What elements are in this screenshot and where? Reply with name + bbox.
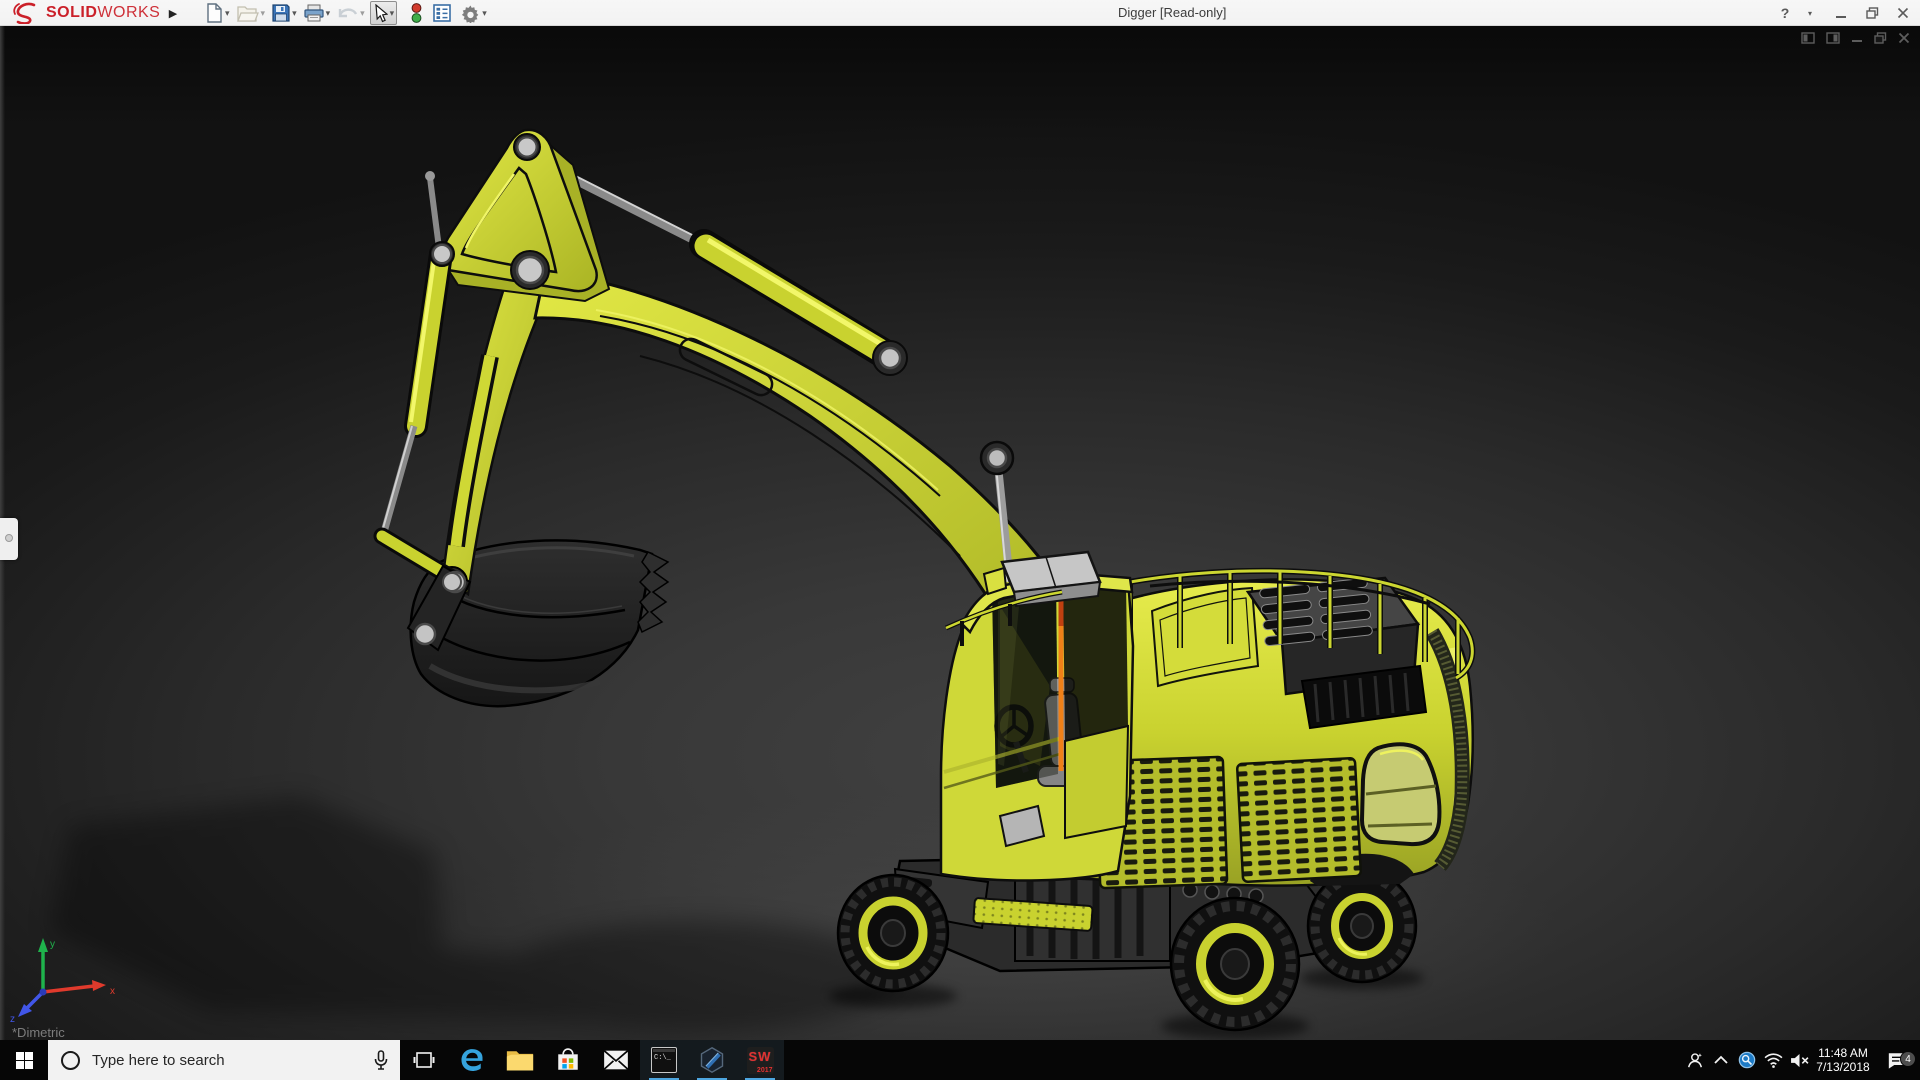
select-cursor-icon bbox=[374, 3, 388, 22]
start-button[interactable] bbox=[0, 1040, 48, 1080]
people-icon[interactable] bbox=[1682, 1051, 1708, 1069]
standard-toolbar: ▾ ▾ ▾ ▾ ▾ ▾ ▾ bbox=[204, 0, 492, 26]
dropdown-arrow-icon[interactable]: ▾ bbox=[326, 8, 331, 19]
dropdown-arrow-icon[interactable]: ▾ bbox=[482, 8, 487, 19]
undo-button[interactable]: ▾ bbox=[335, 1, 367, 25]
help-dropdown-arrow[interactable]: ▾ bbox=[1799, 9, 1821, 18]
wheel-front-right[interactable] bbox=[1169, 896, 1301, 1032]
taskbar-app-store[interactable] bbox=[544, 1040, 592, 1080]
tray-date: 7/13/2018 bbox=[1816, 1060, 1870, 1074]
notification-badge: 4 bbox=[1900, 1050, 1916, 1067]
titlebar: SOLIDWORKS ▶ ▾ ▾ ▾ ▾ ▾ ▾ ▾ Digger [Read-… bbox=[0, 0, 1920, 26]
search-placeholder: Type here to search bbox=[92, 1051, 225, 1069]
minimize-button[interactable] bbox=[1830, 7, 1852, 19]
properties-list-icon bbox=[433, 4, 451, 22]
command-prompt-icon: C:\_ bbox=[651, 1047, 677, 1073]
cab[interactable] bbox=[939, 550, 1135, 882]
rebuild-button[interactable] bbox=[408, 1, 425, 25]
doc-close-icon[interactable] bbox=[1898, 32, 1910, 44]
document-window-controls bbox=[1801, 32, 1910, 44]
door-window[interactable] bbox=[1063, 578, 1128, 741]
triad-z-label: z bbox=[10, 1014, 15, 1025]
print-button[interactable]: ▾ bbox=[302, 1, 333, 25]
logo-light: WORKS bbox=[97, 4, 161, 21]
pane-right-icon[interactable] bbox=[1826, 32, 1840, 44]
solidworks-logo-mark bbox=[13, 2, 36, 24]
tray-time: 11:48 AM bbox=[1818, 1046, 1868, 1060]
edge-icon bbox=[461, 1049, 483, 1071]
wheel-front-left[interactable] bbox=[836, 873, 950, 993]
open-button[interactable]: ▾ bbox=[235, 1, 268, 25]
hexagon-app-icon bbox=[700, 1046, 724, 1074]
toolbar-expand-arrow[interactable]: ▶ bbox=[164, 0, 182, 26]
taskbar-clock[interactable]: 11:48 AM 7/13/2018 bbox=[1812, 1046, 1874, 1074]
view-orientation-label: *Dimetric bbox=[12, 1025, 65, 1040]
model-digger[interactable]: y x z bbox=[0, 26, 1920, 1040]
action-center-button[interactable]: 4 bbox=[1874, 1050, 1920, 1070]
microphone-icon[interactable] bbox=[374, 1050, 388, 1070]
print-icon bbox=[303, 4, 324, 22]
restore-button[interactable] bbox=[1861, 7, 1883, 19]
wheel-rear-right[interactable] bbox=[1306, 868, 1418, 984]
mail-icon bbox=[603, 1050, 629, 1070]
doc-minimize-icon[interactable] bbox=[1851, 32, 1863, 44]
taskbar-app-edge[interactable] bbox=[448, 1040, 496, 1080]
cortana-icon bbox=[61, 1050, 80, 1070]
windows-taskbar: Type here to search C:\_ SW 2017 11:48 A… bbox=[0, 1040, 1920, 1080]
traffic-light-icon bbox=[411, 3, 422, 23]
taskbar-app-command-prompt[interactable]: C:\_ bbox=[640, 1040, 688, 1080]
volume-muted-icon[interactable] bbox=[1786, 1053, 1812, 1068]
door-panel bbox=[1064, 724, 1130, 840]
wifi-icon[interactable] bbox=[1760, 1052, 1786, 1068]
restore-icon bbox=[1865, 7, 1878, 19]
search-box[interactable]: Type here to search bbox=[48, 1040, 400, 1080]
hidden-icons-chevron[interactable] bbox=[1708, 1055, 1734, 1065]
save-button[interactable]: ▾ bbox=[270, 1, 299, 25]
dropdown-arrow-icon[interactable]: ▾ bbox=[390, 8, 395, 19]
taskbar-app-cad-viewer[interactable] bbox=[688, 1040, 736, 1080]
graphics-viewport[interactable]: y x z *Dimetric bbox=[0, 26, 1920, 1040]
new-document-icon bbox=[207, 3, 222, 23]
file-explorer-icon bbox=[506, 1051, 534, 1071]
task-view-icon bbox=[413, 1052, 435, 1068]
dropdown-arrow-icon[interactable]: ▾ bbox=[225, 8, 230, 19]
file-properties-button[interactable] bbox=[431, 1, 453, 25]
new-document-button[interactable]: ▾ bbox=[204, 1, 232, 25]
windows-logo-icon bbox=[15, 1051, 33, 1069]
microsoft-store-icon bbox=[558, 1048, 578, 1070]
solidworks-2017-icon: SW 2017 bbox=[746, 1046, 774, 1074]
close-icon bbox=[1897, 7, 1909, 19]
bucket-cylinder[interactable] bbox=[380, 171, 453, 533]
roof-ac-unit bbox=[1000, 550, 1102, 608]
open-icon bbox=[236, 5, 259, 22]
window-controls: ? ▾ bbox=[1774, 0, 1914, 26]
task-view-button[interactable] bbox=[400, 1040, 448, 1080]
minimize-icon bbox=[1836, 16, 1846, 18]
window-title: Digger [Read-only] bbox=[1118, 5, 1227, 20]
taskbar-app-mail[interactable] bbox=[592, 1040, 640, 1080]
dropdown-arrow-icon[interactable]: ▾ bbox=[261, 8, 266, 19]
gear-icon bbox=[462, 5, 479, 23]
close-button[interactable] bbox=[1892, 7, 1914, 19]
system-tray: 11:48 AM 7/13/2018 4 bbox=[1682, 1040, 1920, 1080]
taskbar-app-solidworks[interactable]: SW 2017 bbox=[736, 1040, 784, 1080]
select-button[interactable]: ▾ bbox=[369, 1, 398, 25]
solidworks-logo: SOLIDWORKS bbox=[12, 1, 160, 25]
dropdown-arrow-icon[interactable]: ▾ bbox=[292, 8, 297, 19]
solidworks-logo-text: SOLIDWORKS bbox=[46, 4, 160, 22]
taskbar-app-file-explorer[interactable] bbox=[496, 1040, 544, 1080]
logo-bold: SOLID bbox=[46, 4, 98, 21]
help-button[interactable]: ? bbox=[1774, 5, 1796, 21]
triad-x-label: x bbox=[110, 986, 115, 997]
triad-y-label: y bbox=[50, 939, 55, 950]
pane-left-icon[interactable] bbox=[1801, 32, 1815, 44]
save-icon bbox=[272, 4, 290, 22]
doc-restore-icon[interactable] bbox=[1874, 32, 1887, 44]
dropdown-arrow-icon[interactable]: ▾ bbox=[360, 8, 365, 19]
options-button[interactable]: ▾ bbox=[459, 1, 489, 25]
undo-icon bbox=[338, 8, 358, 18]
tray-blue-app-icon[interactable] bbox=[1734, 1051, 1760, 1069]
